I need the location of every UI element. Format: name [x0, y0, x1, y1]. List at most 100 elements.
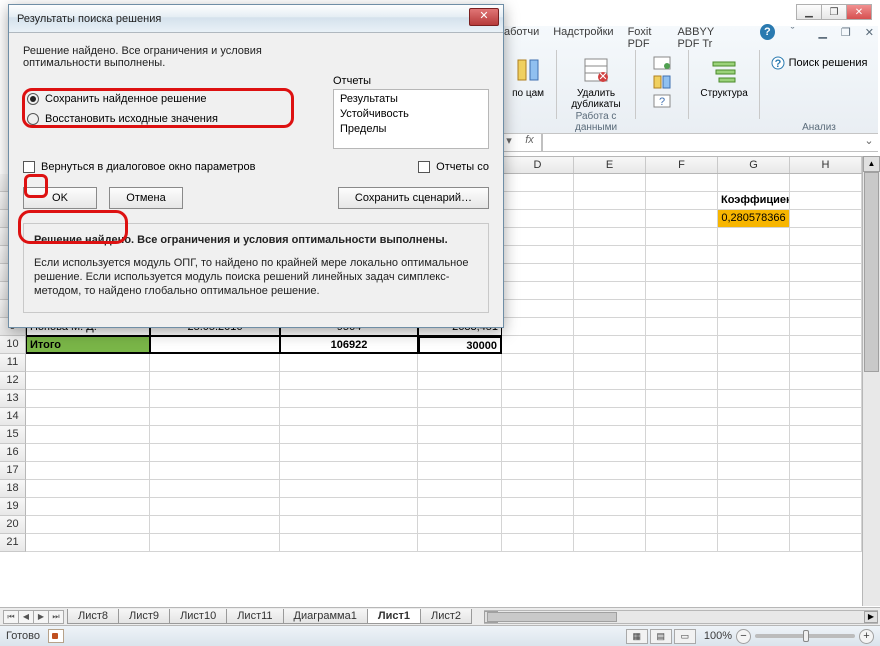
- sheet-tab[interactable]: Лист9: [118, 609, 170, 624]
- sheet-tab[interactable]: Лист8: [67, 609, 119, 624]
- cell-d10[interactable]: 30000: [418, 336, 502, 354]
- ribbon-rest-btn[interactable]: ❐: [837, 24, 855, 44]
- minimize-ribbon-icon[interactable]: ˇ: [787, 24, 799, 44]
- minimize-button[interactable]: ▁: [796, 4, 822, 20]
- checkbox-icon: [418, 161, 430, 173]
- outline-icon[interactable]: [708, 54, 740, 86]
- radio-keep-solution-label: Сохранить найденное решение: [45, 93, 207, 105]
- last-sheet-icon[interactable]: ⏭: [48, 610, 64, 624]
- remove-duplicates-icon[interactable]: ✕: [580, 54, 612, 86]
- ribbon: аботчи Надстройки Foxit PDF ABBYY PDF Tr…: [500, 26, 878, 134]
- consolidate-icon[interactable]: [653, 75, 671, 92]
- sheet-tab-bar: ⏮ ◀ ▶ ⏭ Лист8 Лист9 Лист10 Лист11 Диагра…: [0, 607, 880, 625]
- outline-label[interactable]: Структура: [700, 88, 747, 99]
- dialog-close-button[interactable]: ✕: [469, 8, 499, 26]
- restore-button[interactable]: ❐: [821, 4, 847, 20]
- ribbon-group-outline: Структура: [689, 50, 760, 119]
- group-analysis-label: Анализ: [760, 122, 878, 133]
- remove-duplicates-label: Удалить дубликаты: [563, 88, 629, 110]
- zoom-in-icon[interactable]: +: [859, 629, 874, 644]
- tab-addins[interactable]: Надстройки: [549, 24, 617, 44]
- first-sheet-icon[interactable]: ⏮: [3, 610, 19, 624]
- ribbon-group-extra: ?: [636, 50, 689, 119]
- ribbon-group-text-to-cols: по цам: [500, 50, 557, 119]
- view-switcher: ▦ ▤ ▭: [627, 629, 696, 644]
- return-to-params-checkbox[interactable]: Вернуться в диалоговое окно параметров: [23, 161, 256, 173]
- ribbon-group-remove-dup: ✕ Удалить дубликаты Работа с данными: [557, 50, 636, 119]
- col-d[interactable]: D: [502, 157, 574, 173]
- row-head-10[interactable]: 10: [0, 336, 26, 354]
- ribbon-tabs: аботчи Надстройки Foxit PDF ABBYY PDF Tr…: [500, 24, 878, 44]
- dialog-titlebar[interactable]: Результаты поиска решения ✕: [9, 5, 503, 33]
- formula-bar-row: ▾ fx ⌄: [500, 134, 878, 152]
- dialog-message: Решение найдено. Все ограничения и услов…: [23, 45, 323, 69]
- vertical-scrollbar[interactable]: ▲: [862, 156, 880, 606]
- zoom-out-icon[interactable]: −: [736, 629, 751, 644]
- sheet-tab[interactable]: Лист2: [420, 609, 472, 624]
- text-to-columns-label: по цам: [512, 88, 544, 99]
- sheet-tab-active[interactable]: Лист1: [367, 609, 421, 624]
- coeff-value-cell[interactable]: 0,280578366: [718, 210, 790, 228]
- reports-with-checkbox[interactable]: Отчеты со: [418, 161, 489, 173]
- text-to-columns-icon[interactable]: [512, 54, 544, 86]
- solver-results-dialog: Результаты поиска решения ✕ Решение найд…: [8, 4, 504, 328]
- page-break-icon[interactable]: ▭: [674, 629, 696, 644]
- sheet-tab[interactable]: Диаграмма1: [283, 609, 368, 624]
- group-data-label: Работа с данными: [557, 111, 635, 133]
- col-h[interactable]: H: [790, 157, 862, 173]
- report-option[interactable]: Устойчивость: [340, 107, 482, 122]
- zoom-controls: 100% − +: [704, 629, 874, 644]
- data-validation-icon[interactable]: [653, 56, 671, 73]
- ribbon-close-btn[interactable]: ✕: [861, 24, 878, 44]
- cell-c10[interactable]: 106922: [280, 336, 418, 354]
- help-icon[interactable]: ?: [760, 24, 775, 40]
- col-f[interactable]: F: [646, 157, 718, 173]
- cell-a10[interactable]: Итого: [26, 336, 150, 354]
- svg-text:?: ?: [774, 58, 781, 70]
- reports-with-label: Отчеты со: [436, 161, 489, 173]
- zoom-label[interactable]: 100%: [704, 630, 732, 642]
- cancel-button[interactable]: Отмена: [109, 187, 183, 209]
- scroll-thumb[interactable]: [864, 172, 879, 372]
- ok-button[interactable]: OK: [23, 187, 97, 209]
- horizontal-scrollbar[interactable]: ◀ ▶: [484, 610, 878, 624]
- sheet-tab[interactable]: Лист11: [226, 609, 283, 624]
- sheet-tab[interactable]: Лист10: [169, 609, 227, 624]
- info-header: Решение найдено. Все ограничения и услов…: [34, 234, 478, 246]
- report-option[interactable]: Результаты: [340, 92, 482, 107]
- svg-text:?: ?: [659, 96, 665, 108]
- hscroll-thumb[interactable]: [487, 612, 617, 622]
- fx-icon[interactable]: fx: [518, 134, 542, 151]
- solver-button[interactable]: ? Поиск решения: [771, 56, 868, 70]
- radio-keep-solution[interactable]: Сохранить найденное решение: [27, 93, 309, 105]
- zoom-knob[interactable]: [803, 630, 809, 642]
- scroll-up-icon[interactable]: ▲: [863, 156, 880, 172]
- radio-restore-label: Восстановить исходные значения: [45, 113, 218, 125]
- close-window-button[interactable]: ✕: [846, 4, 872, 20]
- tab-foxit[interactable]: Foxit PDF: [624, 24, 668, 44]
- status-bar: Готово ▦ ▤ ▭ 100% − +: [0, 625, 880, 646]
- normal-view-icon[interactable]: ▦: [626, 629, 648, 644]
- formula-bar[interactable]: [542, 134, 860, 151]
- col-e[interactable]: E: [574, 157, 646, 173]
- save-scenario-button[interactable]: Сохранить сценарий…: [338, 187, 489, 209]
- radio-restore-values[interactable]: Восстановить исходные значения: [27, 113, 309, 125]
- scroll-right-icon[interactable]: ▶: [864, 611, 878, 623]
- zoom-slider[interactable]: [755, 634, 855, 638]
- whatif-icon[interactable]: ?: [653, 94, 671, 111]
- report-option[interactable]: Пределы: [340, 122, 482, 137]
- col-g[interactable]: G: [718, 157, 790, 173]
- macro-record-icon[interactable]: [48, 629, 64, 643]
- coeff-label-cell[interactable]: Коэффициент: [718, 192, 790, 210]
- reports-listbox[interactable]: Результаты Устойчивость Пределы: [333, 89, 489, 149]
- next-sheet-icon[interactable]: ▶: [33, 610, 49, 624]
- solver-label: Поиск решения: [789, 57, 868, 69]
- prev-sheet-icon[interactable]: ◀: [18, 610, 34, 624]
- tab-abbyy[interactable]: ABBYY PDF Tr: [673, 24, 736, 44]
- page-layout-icon[interactable]: ▤: [650, 629, 672, 644]
- solution-options-panel: Сохранить найденное решение Восстановить…: [23, 75, 323, 149]
- ribbon-min-btn[interactable]: ▁: [814, 24, 830, 44]
- formula-expand[interactable]: ⌄: [860, 134, 878, 151]
- cell-b10[interactable]: [150, 336, 280, 354]
- tab-developer[interactable]: аботчи: [500, 24, 543, 44]
